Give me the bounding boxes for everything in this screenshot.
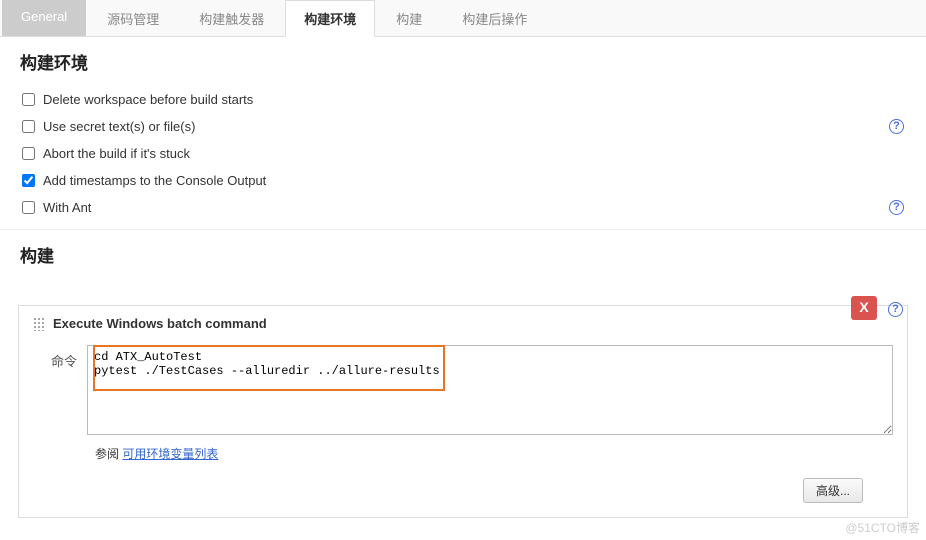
tab-build[interactable]: 构建	[377, 0, 441, 36]
build-env-section: 构建环境 Delete workspace before build start…	[0, 37, 926, 230]
tab-triggers[interactable]: 构建触发器	[180, 0, 283, 36]
label-secrets: Use secret text(s) or file(s)	[43, 119, 195, 134]
checkbox-delete-workspace[interactable]	[22, 93, 35, 106]
watermark: @51CTO博客	[845, 519, 920, 536]
command-textarea[interactable]	[87, 345, 893, 435]
checkbox-secrets[interactable]	[22, 120, 35, 133]
command-label: 命令	[33, 345, 87, 435]
checkbox-timestamps[interactable]	[22, 174, 35, 187]
label-timestamps: Add timestamps to the Console Output	[43, 173, 266, 188]
build-step-batch: X ? Execute Windows batch command 命令 参阅 …	[18, 305, 908, 518]
step-title: Execute Windows batch command	[53, 316, 267, 331]
build-env-title: 构建环境	[20, 49, 906, 74]
drag-handle-icon[interactable]	[33, 317, 45, 331]
tab-post-build[interactable]: 构建后操作	[443, 0, 546, 36]
advanced-button[interactable]: 高级...	[803, 478, 863, 503]
help-icon[interactable]: ?	[888, 302, 903, 317]
config-tabs: General 源码管理 构建触发器 构建环境 构建 构建后操作	[0, 0, 926, 37]
help-icon[interactable]: ?	[889, 119, 904, 134]
tab-general[interactable]: General	[2, 0, 86, 36]
checkbox-abort-stuck[interactable]	[22, 147, 35, 160]
ref-prefix: 参阅	[95, 447, 122, 461]
checkbox-with-ant[interactable]	[22, 201, 35, 214]
tab-scm[interactable]: 源码管理	[88, 0, 178, 36]
label-abort-stuck: Abort the build if it's stuck	[43, 146, 190, 161]
build-section: 构建	[0, 230, 926, 287]
delete-step-button[interactable]: X	[851, 296, 877, 320]
env-vars-link[interactable]: 可用环境变量列表	[122, 447, 218, 461]
build-title: 构建	[20, 242, 906, 267]
label-with-ant: With Ant	[43, 200, 91, 215]
tab-build-env[interactable]: 构建环境	[285, 0, 375, 37]
label-delete-workspace: Delete workspace before build starts	[43, 92, 253, 107]
help-icon[interactable]: ?	[889, 200, 904, 215]
